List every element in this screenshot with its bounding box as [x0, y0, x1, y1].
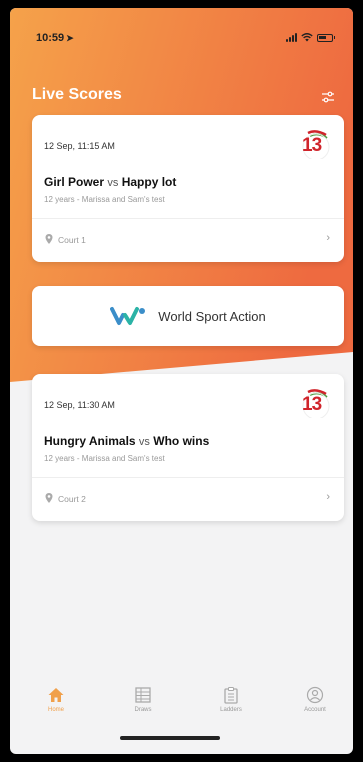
competition-logo: 13	[300, 129, 332, 159]
logo-number: 13	[302, 135, 322, 156]
vs-label: vs	[138, 436, 150, 448]
location-pin-icon	[45, 493, 53, 503]
status-time: 10:59 ➤	[36, 32, 74, 44]
tab-label: Ladders	[220, 707, 242, 713]
wifi-icon	[301, 33, 313, 42]
account-icon	[306, 686, 324, 704]
match-division: 12 years - Marissa and Sam's test	[44, 195, 165, 204]
home-icon	[48, 688, 64, 702]
bottom-tab-bar: Home Draws Ladders Account	[10, 680, 353, 754]
tab-label: Home	[47, 707, 64, 713]
logo-number: 13	[302, 394, 322, 415]
team-away: Happy lot	[121, 175, 177, 189]
status-icons	[286, 33, 335, 42]
match-datetime: 12 Sep, 11:15 AM	[44, 141, 115, 151]
match-card[interactable]: 12 Sep, 11:30 AM 13 Hungry Animals vs Wh…	[32, 374, 344, 521]
tab-home[interactable]: Home	[31, 686, 81, 713]
team-away: Who wins	[153, 434, 210, 448]
tab-label: Draws	[134, 707, 152, 713]
court-name: Court 2	[58, 494, 86, 504]
location-arrow-icon: ➤	[66, 33, 74, 43]
match-card-header: 12 Sep, 11:15 AM 13 Girl Power vs Happy …	[32, 115, 344, 219]
sponsor-banner[interactable]: World Sport Action	[32, 286, 344, 346]
tab-ladders[interactable]: Ladders	[206, 686, 256, 713]
draws-icon	[135, 687, 151, 703]
status-bar: 10:59 ➤	[10, 8, 353, 56]
match-teams: Girl Power vs Happy lot	[44, 175, 176, 189]
ladders-icon	[224, 687, 238, 704]
battery-icon	[317, 33, 335, 42]
world-sport-action-logo	[110, 307, 146, 325]
competition-logo: 13	[300, 388, 332, 418]
tab-account[interactable]: Account	[290, 686, 340, 713]
chevron-right-icon[interactable]: ›	[326, 491, 330, 503]
tab-draws[interactable]: Draws	[118, 686, 168, 713]
chevron-right-icon[interactable]: ›	[326, 232, 330, 244]
phone-screen: 10:59 ➤ Live Scores 12 Sep, 11:15 AM 13 …	[10, 8, 353, 754]
match-card[interactable]: 12 Sep, 11:15 AM 13 Girl Power vs Happy …	[32, 115, 344, 262]
vs-label: vs	[107, 177, 119, 189]
team-home: Girl Power	[44, 175, 105, 189]
signal-icon	[286, 33, 297, 42]
match-venue-row[interactable]: Court 1 ›	[32, 219, 344, 261]
match-datetime: 12 Sep, 11:30 AM	[44, 400, 115, 410]
location-pin-icon	[45, 234, 53, 244]
court-name: Court 1	[58, 235, 86, 245]
match-teams: Hungry Animals vs Who wins	[44, 434, 209, 448]
tab-label: Account	[304, 707, 326, 713]
match-venue-row[interactable]: Court 2 ›	[32, 478, 344, 520]
page-title: Live Scores	[32, 86, 122, 103]
sponsor-name: World Sport Action	[158, 308, 266, 324]
home-indicator[interactable]	[120, 736, 220, 740]
filter-sliders-icon[interactable]	[321, 90, 335, 104]
match-card-header: 12 Sep, 11:30 AM 13 Hungry Animals vs Wh…	[32, 374, 344, 478]
team-home: Hungry Animals	[44, 434, 136, 448]
match-division: 12 years - Marissa and Sam's test	[44, 454, 165, 463]
